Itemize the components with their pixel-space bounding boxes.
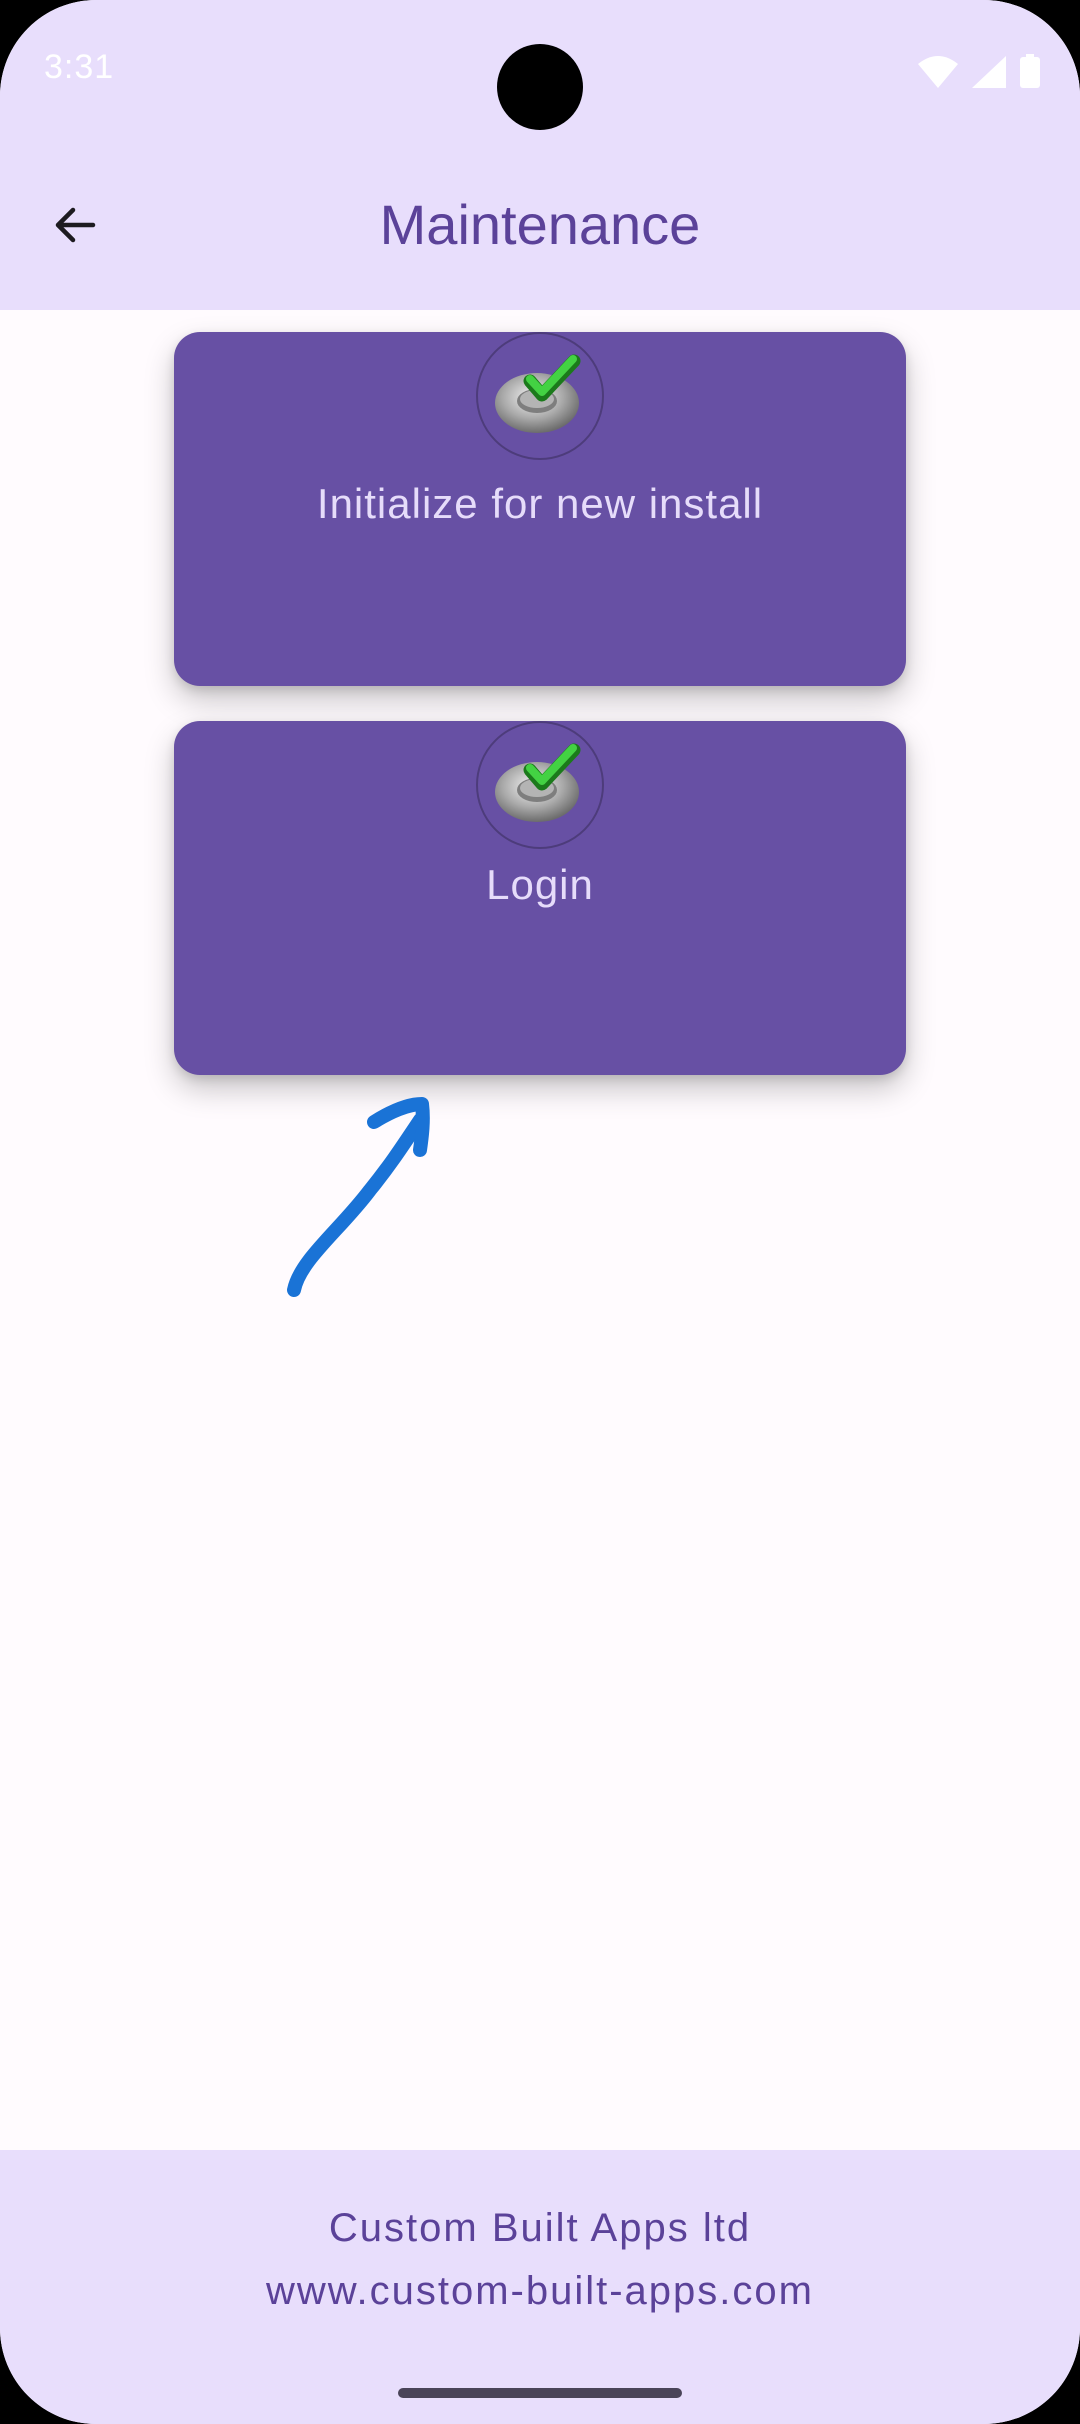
initialize-new-install-button[interactable]: Initialize for new install [174,332,906,686]
top-app-bar: 3:31 Maintenance [0,0,1080,310]
green-check-ring-icon [495,743,581,822]
phone-screen: 3:31 Maintenance Initialize for new inst… [0,0,1080,2424]
green-check-ring-icon [495,354,581,433]
camera-cutout [497,44,583,130]
status-time: 3:31 [44,48,115,86]
footer-url[interactable]: www.custom-built-apps.com [0,2269,1080,2314]
login-button[interactable]: Login [174,721,906,1075]
wifi-icon [918,56,958,88]
home-indicator[interactable] [398,2388,682,2398]
footer: Custom Built Apps ltd www.custom-built-a… [0,2150,1080,2424]
page-title: Maintenance [379,193,701,256]
signal-icon [972,56,1006,88]
card-icon-frame [476,721,604,849]
card-label: Login [486,861,594,908]
card-icon-frame [476,332,604,460]
battery-icon [1020,54,1040,88]
card-label: Initialize for new install [316,480,764,527]
footer-company: Custom Built Apps ltd [328,2206,752,2250]
blue-hand-drawn-arrow-icon [287,1097,430,1297]
status-icons [918,52,1040,88]
